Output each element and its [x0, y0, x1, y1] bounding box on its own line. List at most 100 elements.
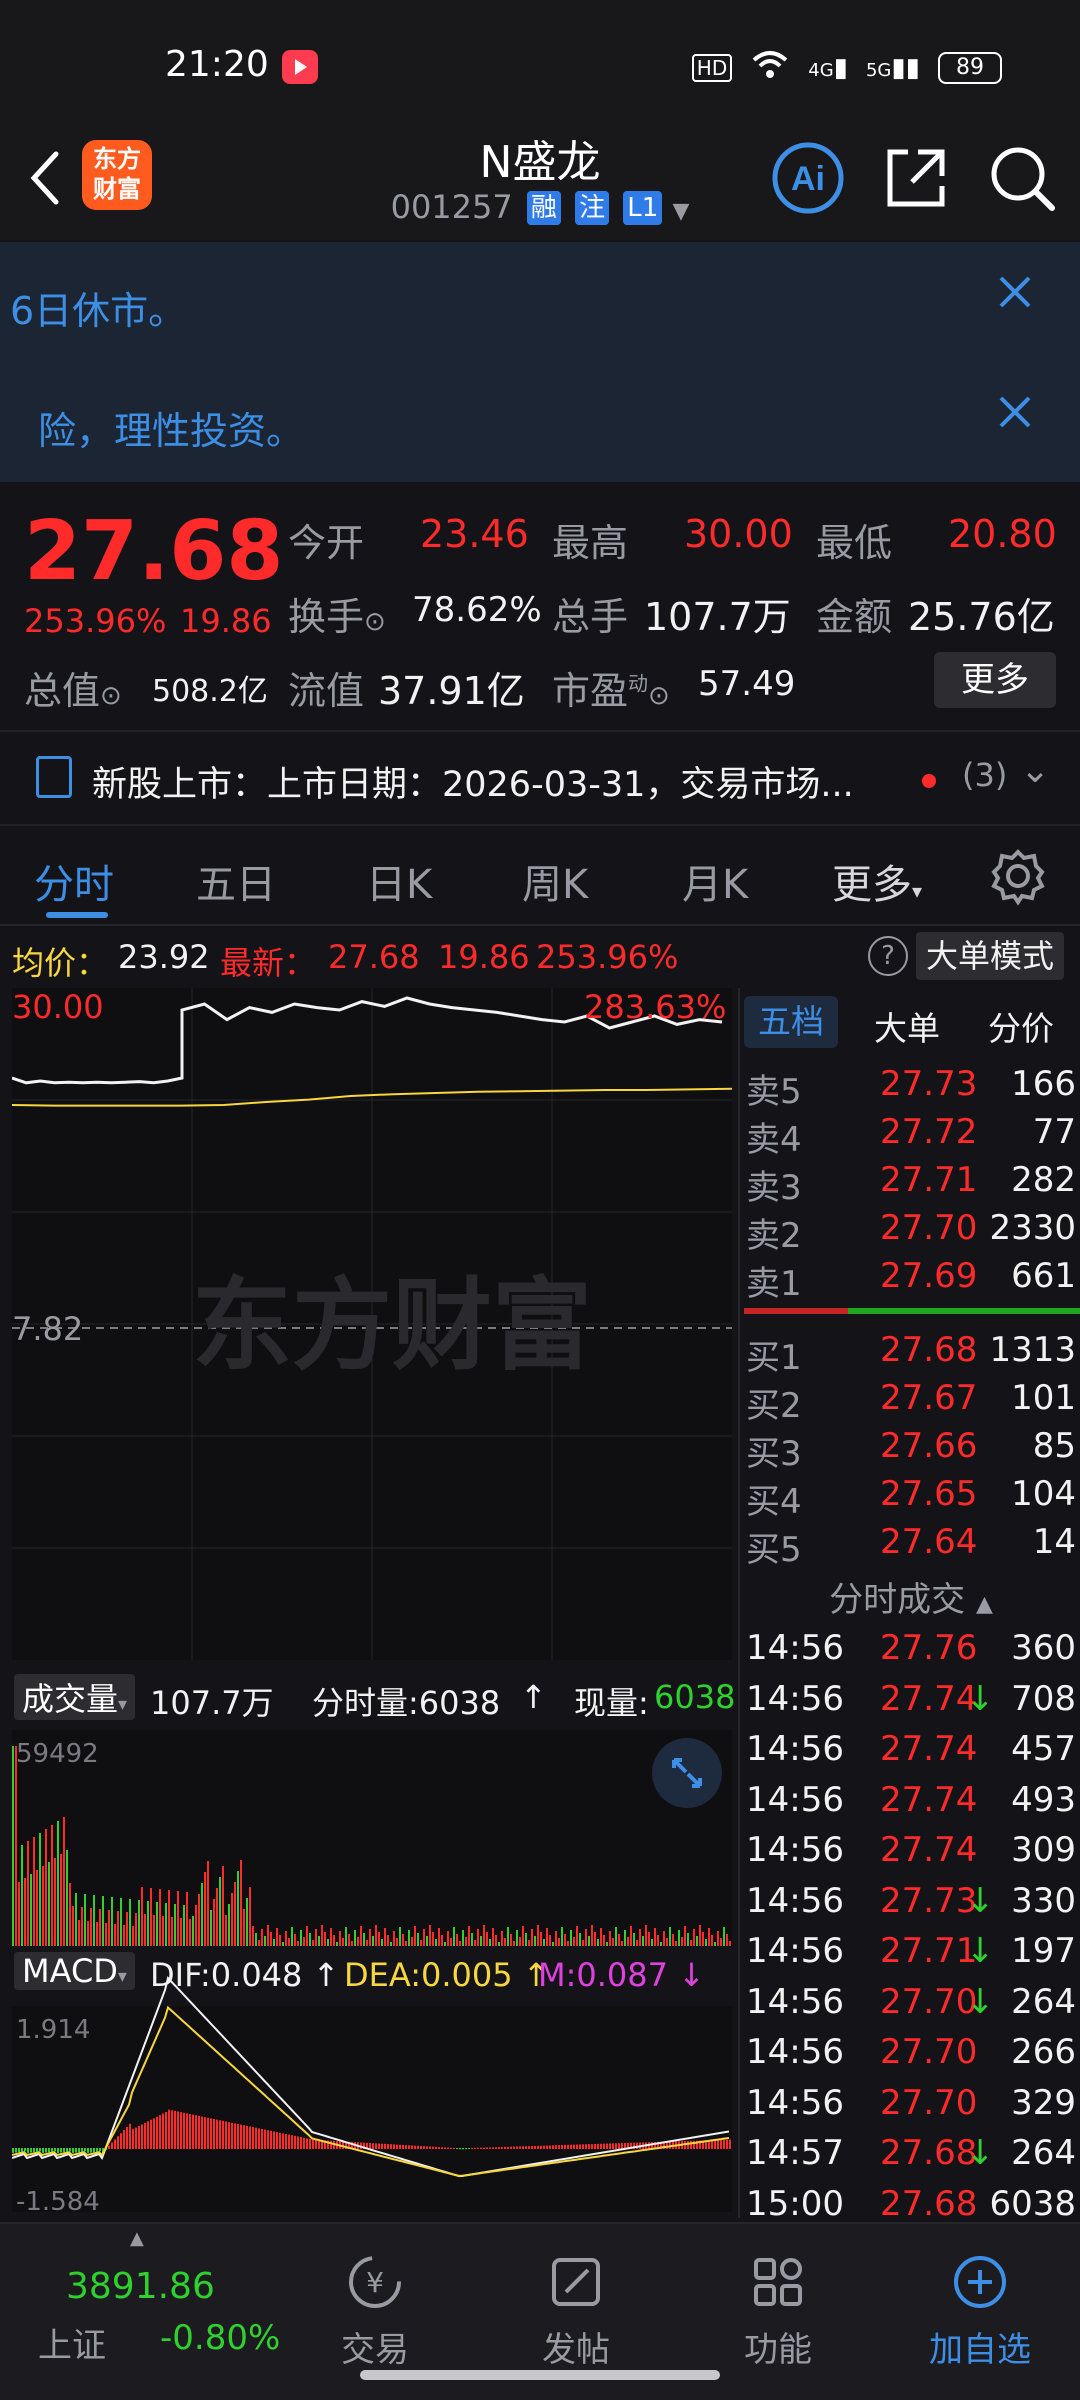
- bid-row[interactable]: 买4 27.65 104: [740, 1474, 1080, 1522]
- expand-button[interactable]: [652, 1738, 722, 1808]
- search-button[interactable]: [984, 140, 1060, 216]
- ask-row-volume: 661: [1011, 1256, 1076, 1296]
- tick-row[interactable]: 14:56 27.74 493: [740, 1780, 1080, 1828]
- tab-more[interactable]: 更多▾: [832, 852, 922, 910]
- tab-monthly-k[interactable]: 月K: [682, 852, 748, 910]
- volume-bar: [609, 1931, 611, 1946]
- macd-bar: [213, 2119, 215, 2149]
- volume-bar: [699, 1925, 701, 1946]
- tick-row[interactable]: 14:56 27.70 264 ↓: [740, 1982, 1080, 2030]
- tick-row[interactable]: 14:56 27.76 360: [740, 1628, 1080, 1676]
- nav-add-watchlist[interactable]: 加自选: [910, 2252, 1050, 2372]
- ticks-title[interactable]: 分时成交 ▲: [740, 1572, 1080, 1621]
- book-tab-price-dist[interactable]: 分价: [988, 1002, 1054, 1050]
- ask-row[interactable]: 卖4 27.72 77: [740, 1112, 1080, 1160]
- macd-bar: [540, 2145, 542, 2149]
- ai-button[interactable]: Ai: [770, 140, 846, 216]
- arrow-down-icon: ↓: [966, 2133, 995, 2173]
- tick-row-label: 14:56: [746, 1779, 844, 1820]
- book-tab-five-levels[interactable]: 五档: [744, 996, 838, 1048]
- macd-bar: [393, 2144, 395, 2149]
- macd-bar: [369, 2143, 371, 2149]
- tick-row-volume: 197: [1011, 1931, 1076, 1971]
- info-icon[interactable]: ⊙: [364, 607, 386, 637]
- macd-bar: [297, 2136, 299, 2149]
- volume-bar: [507, 1927, 509, 1946]
- volume-bar: [360, 1926, 362, 1946]
- ask-row[interactable]: 卖3 27.71 282: [740, 1160, 1080, 1208]
- big-order-mode-button[interactable]: 大单模式: [916, 932, 1065, 980]
- intraday-chart[interactable]: 东方财富 30.00 283.63% 7.82 59492 1.914 -1.5…: [11, 988, 733, 2217]
- tab-five-day[interactable]: 五日: [196, 852, 276, 910]
- arrow-down-icon: ↓: [966, 1981, 995, 2022]
- info-icon[interactable]: ⊙: [100, 681, 122, 711]
- nav-trade[interactable]: ¥ 交易: [305, 2252, 445, 2372]
- volume-bar: [348, 1934, 350, 1946]
- change-percent: 253.96%: [24, 602, 167, 640]
- macd-bar: [129, 2123, 131, 2149]
- volume-bar: [333, 1935, 335, 1946]
- chart-tabs: 分时 五日 日K 周K 月K 更多▾: [0, 830, 1080, 926]
- notice-close-2[interactable]: [990, 392, 1040, 442]
- bid-row[interactable]: 买3 27.66 85: [740, 1426, 1080, 1474]
- tab-daily-k[interactable]: 日K: [366, 852, 432, 910]
- ask-row[interactable]: 卖5 27.73 166: [740, 1064, 1080, 1112]
- latest-label: 最新：: [220, 944, 317, 982]
- volume-bar: [105, 1923, 107, 1946]
- macd-bar: [594, 2143, 596, 2149]
- home-indicator[interactable]: [360, 2370, 720, 2380]
- tick-row[interactable]: 14:56 27.73 330 ↓: [740, 1881, 1080, 1929]
- notice-banner-2: 险，理性投资。: [0, 362, 1080, 482]
- tab-weekly-k[interactable]: 周K: [522, 852, 588, 910]
- bid-row[interactable]: 买2 27.67 101: [740, 1378, 1080, 1426]
- macd-bar: [387, 2144, 389, 2149]
- low-label: 最低: [816, 521, 893, 565]
- more-button[interactable]: 更多: [934, 652, 1056, 708]
- ipo-info-row[interactable]: 新股上市：上市日期：2026-03-31，交易市场... (3) ⌄: [0, 730, 1080, 826]
- ask-row[interactable]: 卖2 27.70 2330: [740, 1208, 1080, 1256]
- volume-bar: [258, 1940, 260, 1946]
- volume-bar: [267, 1925, 269, 1946]
- tab-intraday[interactable]: 分时: [34, 852, 114, 910]
- info-icon[interactable]: ⊙: [648, 681, 670, 711]
- macd-bar: [75, 2148, 77, 2153]
- macd-bar: [90, 2148, 92, 2153]
- tick-row[interactable]: 14:56 27.71 197 ↓: [740, 1931, 1080, 1979]
- macd-bar: [210, 2118, 212, 2149]
- volume-bar: [411, 1937, 413, 1946]
- macd-dropdown[interactable]: MACD▾: [14, 1952, 135, 1990]
- macd-bar: [264, 2129, 266, 2149]
- search-icon: [991, 147, 1055, 211]
- settings-button[interactable]: [988, 846, 1048, 906]
- ask-row-label: 卖2: [746, 1216, 802, 1256]
- bid-row[interactable]: 买5 27.64 14: [740, 1522, 1080, 1570]
- tick-row[interactable]: 14:57 27.68 264 ↓: [740, 2133, 1080, 2181]
- macd-bar: [417, 2145, 419, 2149]
- macd-dropdown-label: MACD: [22, 1952, 118, 1990]
- volume-bar: [495, 1935, 497, 1946]
- volume-bar: [540, 1932, 542, 1946]
- book-tab-big-orders[interactable]: 大单: [874, 1002, 940, 1050]
- notice-close-1[interactable]: [990, 272, 1040, 322]
- tick-row-price: 27.74: [880, 1678, 978, 1719]
- macd-bar: [240, 2124, 242, 2149]
- index-value[interactable]: 3891.86: [66, 2266, 215, 2307]
- nav-features[interactable]: 功能: [708, 2252, 848, 2372]
- tick-row[interactable]: 14:56 27.74 708 ↓: [740, 1679, 1080, 1727]
- tick-row-volume: 329: [1011, 2082, 1076, 2123]
- volume-dropdown[interactable]: 成交量▾: [14, 1674, 136, 1720]
- ask-row[interactable]: 卖1 27.69 661: [740, 1256, 1080, 1304]
- arrow-down-icon: ↓: [966, 1880, 995, 1921]
- help-icon[interactable]: ?: [868, 936, 908, 976]
- tick-row[interactable]: 14:56 27.74 309: [740, 1830, 1080, 1878]
- macd-bar: [120, 2133, 122, 2149]
- tick-row[interactable]: 14:56 27.70 329: [740, 2083, 1080, 2131]
- macd-dea: DEA:0.005 ↑: [344, 1956, 550, 1994]
- nav-post[interactable]: 发帖: [506, 2252, 646, 2372]
- tick-row[interactable]: 14:56 27.70 266: [740, 2032, 1080, 2080]
- tick-row[interactable]: 14:56 27.74 457: [740, 1729, 1080, 1777]
- share-button[interactable]: [878, 140, 954, 216]
- bid-row[interactable]: 买1 27.68 1313: [740, 1330, 1080, 1378]
- macd-bar: [582, 2144, 584, 2149]
- bid-row-volume: 14: [1032, 1522, 1076, 1562]
